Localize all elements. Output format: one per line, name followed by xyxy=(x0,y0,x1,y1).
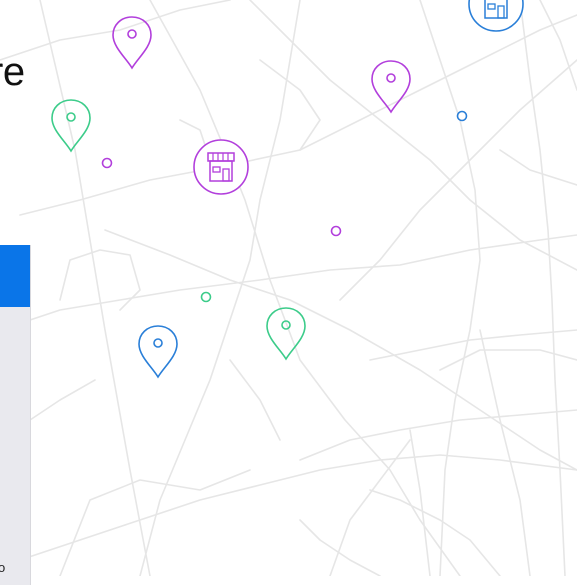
side-panel[interactable]: o xyxy=(0,245,31,585)
location-pin-icon[interactable] xyxy=(266,307,306,361)
location-pin-icon[interactable] xyxy=(51,99,91,153)
road-network xyxy=(0,0,577,576)
store-marker-icon[interactable] xyxy=(468,0,524,32)
page-heading: re xyxy=(0,50,25,94)
side-panel-header[interactable] xyxy=(0,245,30,307)
store-marker-icon[interactable] xyxy=(193,139,249,195)
location-pin-icon[interactable] xyxy=(138,325,178,379)
location-dot-icon[interactable] xyxy=(456,110,468,122)
location-pin-icon[interactable] xyxy=(112,16,152,70)
location-dot-icon[interactable] xyxy=(101,157,113,169)
street-map[interactable] xyxy=(0,0,577,576)
location-dot-icon[interactable] xyxy=(200,291,212,303)
location-dot-icon[interactable] xyxy=(330,225,342,237)
side-panel-text: o xyxy=(0,560,6,575)
